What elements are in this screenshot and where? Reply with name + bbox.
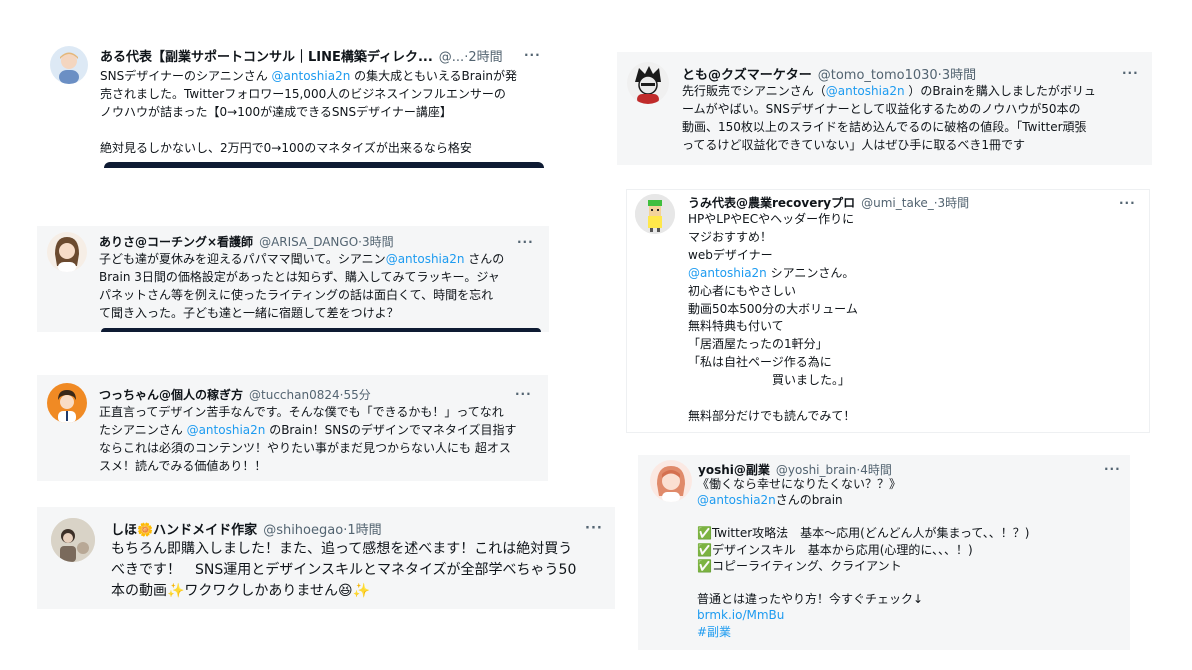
text-part: 先行販売でシアニンさん（ — [682, 84, 826, 98]
text-part: さんのbrain ✅Twitter攻略法 基本〜応用(どんどん人が集まって、、！… — [697, 493, 1030, 606]
url-link[interactable]: brmk.io/MmBu — [697, 608, 784, 622]
mention-link[interactable]: @antoshia2n — [187, 423, 266, 437]
author-handle[interactable]: @yoshi_brain — [776, 463, 856, 477]
more-options-icon[interactable]: ··· — [1119, 197, 1136, 209]
timestamp[interactable]: 3時間 — [362, 233, 394, 250]
tweet-card[interactable]: つっちゃん@個人の稼ぎ方 @tucchan0824 · 55分 ··· 正直言っ… — [37, 375, 548, 481]
avatar[interactable] — [50, 46, 88, 84]
timestamp[interactable]: 3時間 — [938, 194, 970, 211]
timestamp[interactable]: 3時間 — [942, 64, 976, 83]
avatar[interactable] — [635, 194, 675, 234]
timestamp[interactable]: 2時間 — [468, 46, 502, 65]
tweet-text: 正直言ってデザイン苦手なんです。そんな僕でも「できるかも！」ってなれ たシアニン… — [99, 403, 544, 475]
timestamp[interactable]: 55分 — [343, 386, 370, 403]
tweet-text: 子ども達が夏休みを迎えるパパママ聞いて。シアニン@antoshia2n さんの … — [99, 250, 547, 322]
tweet-text: 《働くなら幸せになりたくない？？》 @antoshia2nさんのbrain ✅T… — [697, 476, 1127, 640]
tweet-card[interactable]: ある代表【副業サポートコンサル｜LINE構築ディレク... @... · 2時間… — [38, 36, 558, 168]
author-handle[interactable]: @tucchan0824 — [249, 388, 340, 402]
more-options-icon[interactable]: ··· — [1122, 67, 1139, 79]
author-handle[interactable]: @tomo_tomo1030 — [818, 68, 938, 83]
more-options-icon[interactable]: ··· — [1104, 463, 1121, 475]
media-preview[interactable] — [104, 162, 544, 168]
author-handle[interactable]: @umi_take_ — [861, 196, 934, 210]
more-options-icon[interactable]: ··· — [517, 236, 534, 248]
tweet-text: SNSデザイナーのシアニンさん @antoshia2n の集大成ともいえるBra… — [100, 67, 550, 157]
author-name[interactable]: ありさ@コーチング×看護師 — [99, 233, 253, 250]
tweet-card[interactable]: しほ🌼ハンドメイド作家 @shihoegao · 1時間 ··· もちろん即購入… — [37, 507, 615, 609]
text-part: シアニンさん。 初心者にもやさしい 動画50本500分の大ボリューム 無料特典も… — [688, 265, 858, 423]
tweet-text: HPやLPやECやヘッダー作りに マジおすすめ！ webデザイナー @antos… — [688, 211, 1143, 426]
tweet-card[interactable]: ありさ@コーチング×看護師 @ARISA_DANGO · 3時間 ··· 子ども… — [37, 226, 549, 332]
author-handle[interactable]: @... — [439, 50, 464, 65]
author-name[interactable]: とも@クズマーケター — [682, 64, 812, 83]
more-options-icon[interactable]: ··· — [524, 49, 541, 61]
avatar[interactable] — [650, 460, 692, 502]
tweet-card[interactable]: yoshi@副業 @yoshi_brain · 4時間 ··· 《働くなら幸せに… — [638, 455, 1130, 650]
author-handle[interactable]: @ARISA_DANGO — [259, 235, 358, 249]
author-handle[interactable]: @shihoegao — [263, 523, 343, 538]
mention-link[interactable]: @antoshia2n — [826, 84, 905, 98]
timestamp[interactable]: 1時間 — [347, 519, 381, 538]
author-name[interactable]: しほ🌼ハンドメイド作家 — [111, 519, 257, 538]
mention-link[interactable]: @antoshia2n — [386, 252, 465, 266]
tweet-card[interactable]: うみ代表@農業recoveryプロ @umi_take_ · 3時間 ··· H… — [627, 190, 1149, 432]
media-preview[interactable] — [101, 328, 541, 332]
avatar[interactable] — [627, 62, 669, 104]
hashtag-link[interactable]: #副業 — [697, 625, 731, 639]
tweet-text: もちろん即購入しました！また、追って感想を述べます！これは絶対買う べきです！ … — [111, 539, 606, 602]
more-options-icon[interactable]: ··· — [515, 388, 532, 400]
avatar[interactable] — [47, 232, 87, 272]
more-options-icon[interactable]: ··· — [585, 522, 603, 535]
author-name[interactable]: うみ代表@農業recoveryプロ — [688, 194, 855, 211]
tweet-card[interactable]: とも@クズマーケター @tomo_tomo1030 · 3時間 ··· 先行販売… — [617, 52, 1152, 165]
mention-link[interactable]: @antoshia2n — [688, 266, 767, 280]
text-part: SNSデザイナーのシアニンさん — [100, 69, 272, 83]
text-part: 《働くなら幸せになりたくない？？》 — [697, 477, 902, 491]
author-name[interactable]: つっちゃん@個人の稼ぎ方 — [99, 386, 243, 403]
author-name[interactable]: ある代表【副業サポートコンサル｜LINE構築ディレク... — [100, 46, 433, 65]
tweet-text: 先行販売でシアニンさん（@antoshia2n ）のBrainを購入しましたがボ… — [682, 82, 1147, 154]
mention-link[interactable]: @antoshia2n — [272, 69, 351, 83]
text-part: 子ども達が夏休みを迎えるパパママ聞いて。シアニン — [99, 252, 386, 266]
text-part: もちろん即購入しました！また、追って感想を述べます！これは絶対買う べきです！ … — [111, 541, 577, 599]
mention-link[interactable]: @antoshia2n — [697, 493, 776, 507]
avatar[interactable] — [51, 518, 95, 562]
text-part: HPやLPやECやヘッダー作りに マジおすすめ！ webデザイナー — [688, 212, 855, 262]
avatar[interactable] — [47, 383, 87, 423]
